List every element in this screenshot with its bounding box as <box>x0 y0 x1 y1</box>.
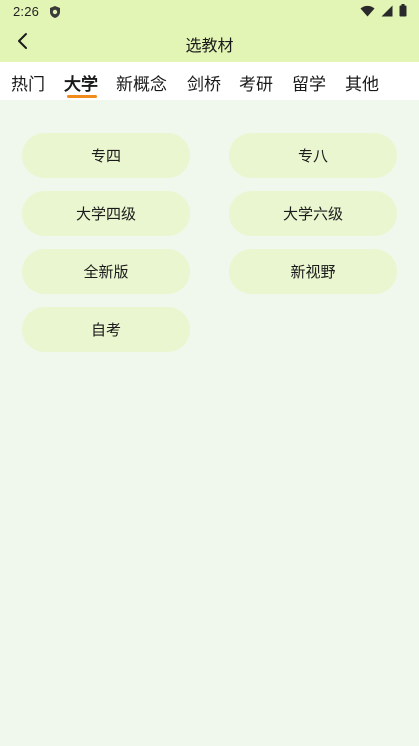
page-title: 选教材 <box>185 36 234 55</box>
shield-icon <box>48 5 62 19</box>
status-time: 2:26 <box>13 4 40 19</box>
app-bar: 选教材 <box>0 24 419 62</box>
book-option[interactable]: 大学六级 <box>229 191 397 236</box>
tab-cambridge[interactable]: 剑桥 <box>187 70 221 95</box>
book-option[interactable]: 全新版 <box>22 249 190 294</box>
book-option[interactable]: 自考 <box>22 307 190 352</box>
signal-icon <box>381 5 393 20</box>
wifi-icon <box>360 5 375 20</box>
battery-icon <box>399 4 407 20</box>
tab-university[interactable]: 大学 <box>64 70 98 95</box>
book-option[interactable]: 新视野 <box>229 249 397 294</box>
category-tabs: 热门 大学 新概念 剑桥 考研 留学 其他 <box>0 62 419 100</box>
tab-new-concept[interactable]: 新概念 <box>116 70 167 95</box>
book-option[interactable]: 专八 <box>229 133 397 178</box>
tab-hot[interactable]: 热门 <box>11 70 45 95</box>
active-tab-indicator <box>67 95 97 98</box>
status-bar: 2:26 <box>0 0 419 24</box>
tab-other[interactable]: 其他 <box>345 70 379 95</box>
book-option[interactable]: 专四 <box>22 133 190 178</box>
tab-postgraduate[interactable]: 考研 <box>239 70 273 95</box>
tab-study-abroad[interactable]: 留学 <box>292 70 326 95</box>
book-option[interactable]: 大学四级 <box>22 191 190 236</box>
